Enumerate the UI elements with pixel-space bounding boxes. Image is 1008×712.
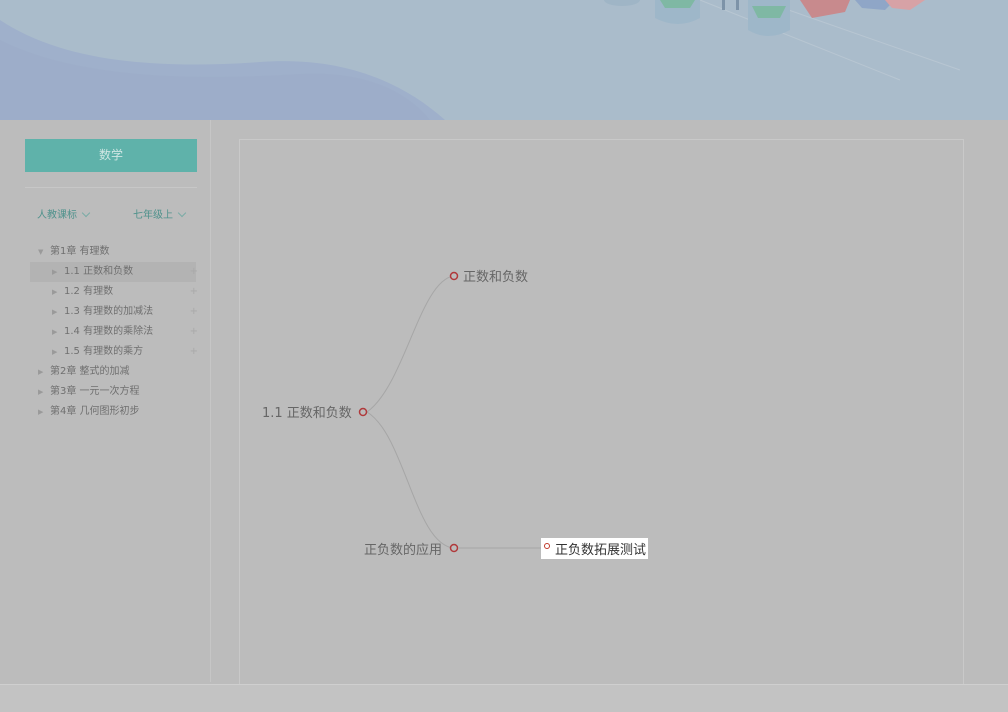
tree-item-label: 1.2 有理数 [64,286,114,297]
tree-item-label: 1.5 有理数的乘方 [64,346,144,357]
add-icon[interactable]: + [190,322,198,342]
subject-button[interactable]: 数学 [25,139,197,172]
caret-right-icon[interactable]: ▶ [52,282,57,302]
chevron-down-icon [177,208,187,218]
tree-item-section-1-5[interactable]: ▶ 1.5 有理数的乘方 + [30,342,198,362]
add-icon[interactable]: + [190,302,198,322]
tree-item-label: 1.4 有理数的乘除法 [64,326,154,337]
caret-down-icon[interactable]: ▼ [38,242,43,262]
banner-illustration [0,0,1008,120]
caret-right-icon[interactable]: ▶ [52,262,57,282]
tree-item-section-1-1[interactable]: ▶ 1.1 正数和负数 + [30,262,198,282]
caret-right-icon[interactable]: ▶ [52,342,57,362]
tree-item-label: 第4章 几何图形初步 [50,406,140,417]
tree-item-chapter-4[interactable]: ▶ 第4章 几何图形初步 [30,402,196,422]
add-icon[interactable]: + [190,262,198,282]
mindmap-node-child-2[interactable]: 正负数的应用 [364,539,442,558]
add-icon[interactable]: + [190,342,198,362]
mindmap-node-child-1[interactable]: 正数和负数 [463,266,528,285]
tree-item-chapter-3[interactable]: ▶ 第3章 一元一次方程 [30,382,196,402]
node-dot-child-2 [449,543,459,553]
tree-item-label: 1.3 有理数的加减法 [64,306,154,317]
node-dot-child-1 [449,271,459,281]
sidebar-divider [25,187,197,188]
tree-item-chapter-1[interactable]: ▼ 第1章 有理数 [30,242,196,262]
sidebar: 数学 人教课标 七年级上 ▼ 第1章 有理数 ▶ 1.1 正数和负数 + ▶ 1… [6,120,211,682]
tree-item-section-1-4[interactable]: ▶ 1.4 有理数的乘除法 + [30,322,198,342]
edition-selector-label: 人教课标 [37,210,77,221]
node-dot-leaf [544,543,550,549]
header-banner [0,0,1008,120]
mindmap-panel: 1.1 正数和负数 正数和负数 正负数的应用 正负数拓展测试 [239,139,964,685]
grade-selector[interactable]: 七年级上 [133,206,187,221]
tree-item-label: 第1章 有理数 [50,246,110,257]
edition-selector[interactable]: 人教课标 [37,206,91,221]
tree-item-section-1-3[interactable]: ▶ 1.3 有理数的加减法 + [30,302,198,322]
tree-item-label: 第3章 一元一次方程 [50,386,140,397]
grade-selector-label: 七年级上 [133,210,173,221]
mindmap-node-leaf[interactable]: 正负数拓展测试 [541,538,649,559]
chevron-down-icon [81,208,91,218]
connector-root-child-1 [366,275,455,413]
mindmap-node-leaf-label: 正负数拓展测试 [555,543,647,558]
node-dot-root [358,407,368,417]
caret-right-icon[interactable]: ▶ [38,402,43,422]
tree-item-label: 第2章 整式的加减 [50,366,130,377]
caret-right-icon[interactable]: ▶ [52,322,57,342]
connector-root-child-2 [366,411,455,549]
chapter-tree: ▼ 第1章 有理数 ▶ 1.1 正数和负数 + ▶ 1.2 有理数 + ▶ 1.… [30,242,198,422]
tree-item-label: 1.1 正数和负数 [64,266,134,277]
add-icon[interactable]: + [190,282,198,302]
caret-right-icon[interactable]: ▶ [38,382,43,402]
main-area: 数学 人教课标 七年级上 ▼ 第1章 有理数 ▶ 1.1 正数和负数 + ▶ 1… [0,120,1008,685]
mindmap-root-node[interactable]: 1.1 正数和负数 [262,402,352,421]
bottom-strip [0,684,1008,712]
caret-right-icon[interactable]: ▶ [38,362,43,382]
tree-item-chapter-2[interactable]: ▶ 第2章 整式的加减 [30,362,196,382]
page: 数学 人教课标 七年级上 ▼ 第1章 有理数 ▶ 1.1 正数和负数 + ▶ 1… [0,0,1008,712]
tree-item-section-1-2[interactable]: ▶ 1.2 有理数 + [30,282,198,302]
caret-right-icon[interactable]: ▶ [52,302,57,322]
